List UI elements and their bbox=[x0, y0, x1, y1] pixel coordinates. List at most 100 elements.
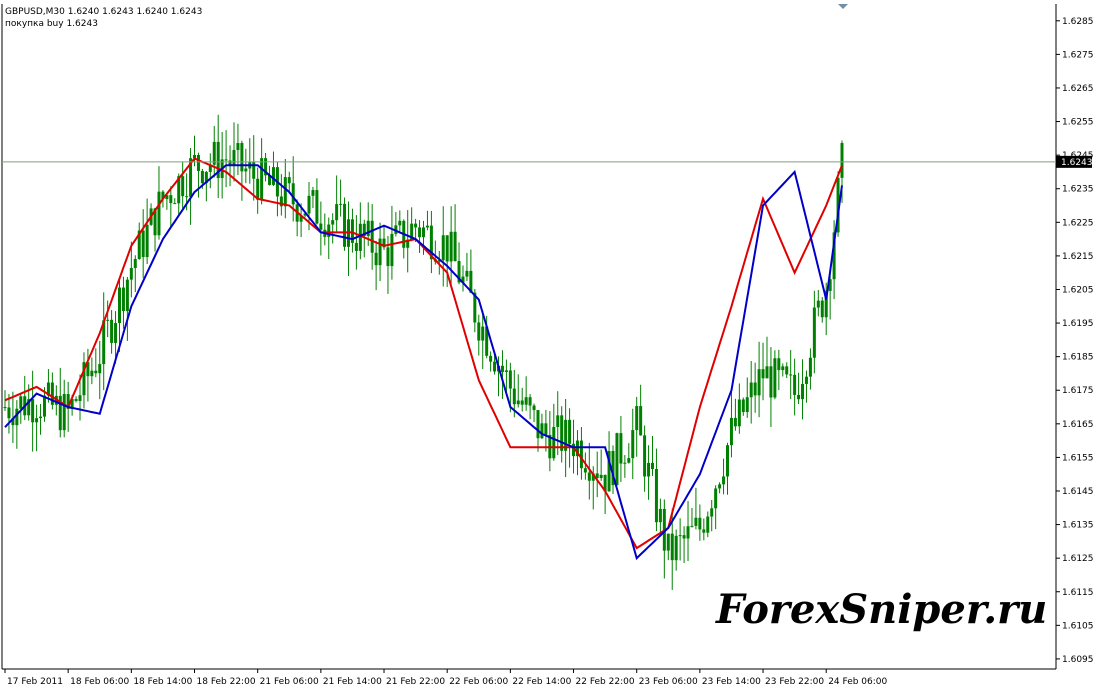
candle-body bbox=[544, 423, 548, 435]
candle-body bbox=[307, 195, 311, 214]
candle-body bbox=[477, 322, 481, 341]
candle-body bbox=[212, 141, 216, 165]
candle-body bbox=[666, 533, 670, 551]
candle-body bbox=[694, 517, 698, 526]
candle-body bbox=[757, 369, 761, 396]
candle-body bbox=[643, 435, 647, 477]
candle-body bbox=[200, 170, 204, 184]
candle-body bbox=[524, 397, 528, 405]
candle-body bbox=[769, 366, 773, 398]
y-tick-label: 1.6155 bbox=[1062, 453, 1094, 463]
candle-body bbox=[42, 395, 46, 417]
candle-body bbox=[106, 319, 110, 321]
candle-body bbox=[773, 358, 777, 398]
candle-body bbox=[702, 529, 706, 533]
y-tick-label: 1.6095 bbox=[1062, 655, 1094, 665]
candle-body bbox=[169, 195, 173, 204]
candle-body bbox=[35, 418, 39, 423]
candle-body bbox=[812, 307, 816, 358]
candle-body bbox=[568, 419, 572, 444]
candle-body bbox=[726, 445, 730, 477]
x-tick-label: 18 Feb 22:00 bbox=[197, 677, 256, 687]
candle-body bbox=[639, 406, 643, 436]
candle-body bbox=[117, 287, 121, 324]
candle-body bbox=[761, 369, 765, 379]
candle-body bbox=[465, 270, 469, 277]
y-tick-label: 1.6145 bbox=[1062, 487, 1094, 497]
candle-body bbox=[236, 143, 240, 151]
candle-body bbox=[110, 319, 114, 343]
candle-body bbox=[370, 220, 374, 253]
y-tick-label: 1.6265 bbox=[1062, 84, 1094, 94]
candle-body bbox=[244, 168, 248, 172]
candle-body bbox=[678, 535, 682, 537]
candle-body bbox=[512, 388, 516, 405]
candle-body bbox=[335, 204, 339, 221]
candle-body bbox=[181, 176, 185, 197]
candle-body bbox=[635, 406, 639, 431]
candle-body bbox=[631, 430, 635, 459]
x-tick-label: 24 Feb 06:00 bbox=[828, 677, 887, 687]
candle-body bbox=[698, 517, 702, 530]
y-tick-label: 1.6175 bbox=[1062, 386, 1094, 396]
candle-body bbox=[733, 417, 737, 427]
candle-body bbox=[414, 223, 418, 228]
candle-body bbox=[232, 150, 236, 165]
candle-body bbox=[31, 399, 35, 423]
candle-body bbox=[425, 225, 429, 228]
candle-body bbox=[157, 191, 161, 236]
candle-body bbox=[658, 508, 662, 523]
candle-body bbox=[386, 247, 390, 267]
candle-body bbox=[441, 235, 445, 261]
candle-body bbox=[793, 374, 797, 395]
y-tick-label: 1.6215 bbox=[1062, 252, 1094, 262]
x-tick-label: 21 Feb 06:00 bbox=[260, 677, 319, 687]
candle-body bbox=[3, 407, 7, 409]
candle-body bbox=[185, 196, 189, 198]
candle-body bbox=[714, 488, 718, 509]
x-tick-label: 23 Feb 06:00 bbox=[639, 677, 698, 687]
candle-body bbox=[797, 394, 801, 400]
candle-body bbox=[445, 235, 449, 262]
symbol-info-line: GBPUSD,M30 1.6240 1.6243 1.6240 1.6243 bbox=[5, 7, 203, 17]
candle-body bbox=[556, 415, 560, 427]
candle-body bbox=[737, 399, 741, 427]
candle-body bbox=[599, 474, 603, 479]
candle-body bbox=[749, 382, 753, 398]
candle-body bbox=[339, 203, 343, 205]
y-tick-label: 1.6225 bbox=[1062, 218, 1094, 228]
y-tick-label: 1.6235 bbox=[1062, 185, 1094, 195]
candle-body bbox=[125, 279, 129, 311]
y-tick-label: 1.6195 bbox=[1062, 319, 1094, 329]
candle-body bbox=[489, 355, 493, 362]
candle-body bbox=[311, 190, 315, 196]
y-tick-label: 1.6115 bbox=[1062, 588, 1094, 598]
candle-body bbox=[422, 227, 425, 238]
x-tick-label: 23 Feb 14:00 bbox=[702, 677, 761, 687]
candle-body bbox=[765, 366, 769, 379]
candle-body bbox=[623, 462, 627, 464]
y-tick-label: 1.6125 bbox=[1062, 554, 1094, 564]
candle-body bbox=[358, 223, 362, 251]
candle-body bbox=[271, 167, 275, 185]
x-tick-label: 22 Feb 06:00 bbox=[449, 677, 508, 687]
candle-body bbox=[260, 158, 264, 200]
candle-body bbox=[7, 407, 11, 419]
candle-body bbox=[315, 190, 319, 224]
candle-body bbox=[500, 365, 504, 372]
candle-body bbox=[378, 238, 382, 266]
shift-marker-icon bbox=[838, 4, 848, 9]
candle-body bbox=[129, 268, 133, 280]
candle-body bbox=[504, 370, 508, 372]
price-chart[interactable]: 1.62851.62751.62651.62551.62451.62351.62… bbox=[0, 0, 1096, 692]
axes-layer: 1.62851.62751.62651.62551.62451.62351.62… bbox=[1, 4, 1094, 687]
y-tick-label: 1.6185 bbox=[1062, 353, 1094, 363]
candle-body bbox=[145, 224, 149, 258]
candle-body bbox=[741, 399, 745, 413]
candle-body bbox=[319, 223, 323, 230]
y-tick-label: 1.6105 bbox=[1062, 621, 1094, 631]
candle-body bbox=[74, 399, 78, 401]
candle-body bbox=[816, 300, 820, 308]
candle-body bbox=[287, 177, 291, 184]
candle-body bbox=[19, 396, 23, 409]
